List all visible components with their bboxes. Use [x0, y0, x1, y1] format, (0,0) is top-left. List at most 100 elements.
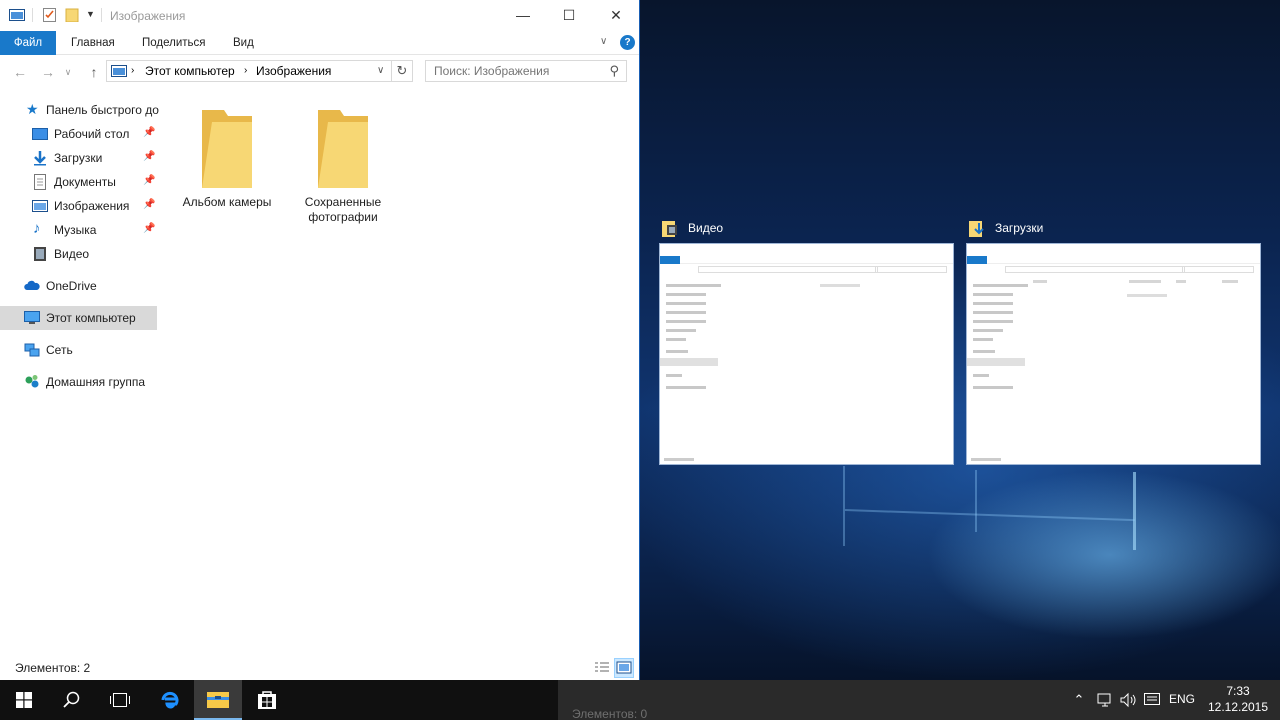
thumbnail-selected-item: [660, 358, 718, 366]
file-explorer-button[interactable]: [194, 680, 242, 720]
task-view-icon: [110, 693, 130, 707]
thumbnail-status: [664, 458, 694, 461]
thumbnail-title-bar: [967, 244, 1260, 256]
back-icon[interactable]: ←: [10, 62, 30, 82]
thumbnail-nav-line: [666, 302, 706, 305]
volume-icon[interactable]: [1119, 692, 1137, 708]
window-title: Изображения: [110, 9, 186, 23]
chevron-up-icon[interactable]: ⌃: [1070, 692, 1088, 708]
clock-date: 12.12.2015: [1207, 700, 1269, 714]
store-button[interactable]: [243, 680, 291, 720]
nav-item-label: Видео: [54, 247, 90, 261]
nav-item-music[interactable]: ♪ Музыка 📌: [0, 218, 157, 242]
explorer-app-icon[interactable]: [9, 8, 25, 22]
minimize-button[interactable]: —: [500, 0, 546, 31]
nav-item-onedrive[interactable]: OneDrive: [0, 274, 157, 298]
folder-item[interactable]: Сохраненные фотографии: [288, 102, 398, 232]
language-indicator[interactable]: ENG: [1169, 692, 1195, 706]
pictures-icon: [32, 200, 48, 212]
details-view-button[interactable]: [592, 658, 612, 678]
cloud-icon: [24, 280, 40, 290]
pin-icon[interactable]: 📌: [143, 175, 155, 186]
pin-icon[interactable]: 📌: [143, 151, 155, 162]
search-input[interactable]: [434, 64, 594, 78]
downloads-folder-icon: [969, 221, 984, 237]
breadcrumb-separator-icon[interactable]: ›: [244, 65, 247, 76]
start-button[interactable]: [0, 680, 48, 720]
pin-icon[interactable]: 📌: [143, 223, 155, 234]
taskbar-ghost-status: Элементов: 0: [572, 707, 648, 720]
edge-button[interactable]: [146, 680, 194, 720]
nav-item-homegroup[interactable]: Домашняя группа: [0, 370, 157, 394]
thumbnail-empty-message: [820, 284, 860, 287]
maximize-button[interactable]: ☐: [546, 0, 592, 31]
search-icon: [63, 691, 80, 708]
help-icon[interactable]: ?: [620, 35, 635, 50]
quick-access-dropdown-icon[interactable]: ▼: [86, 9, 95, 19]
tab-home[interactable]: Главная: [71, 31, 115, 55]
refresh-button[interactable]: ↻: [392, 60, 413, 82]
close-button[interactable]: ✕: [593, 0, 639, 31]
breadcrumb-pictures[interactable]: Изображения: [256, 64, 331, 78]
snap-window-title: Загрузки: [995, 221, 1044, 235]
tab-file[interactable]: Файл: [0, 31, 56, 55]
thumbnail-nav-line: [973, 329, 1003, 332]
title-bar[interactable]: ▼ Изображения — ☐ ✕: [0, 0, 639, 31]
wallpaper-light-beam: [844, 509, 1135, 522]
nav-item-this-pc[interactable]: Этот компьютер: [0, 306, 157, 330]
breadcrumb-this-pc[interactable]: Этот компьютер: [145, 64, 235, 78]
wallpaper-light-beam: [843, 466, 845, 546]
recent-locations-icon[interactable]: ∨: [62, 62, 74, 82]
ribbon-tabs: Файл Главная Поделиться Вид ∨ ?: [0, 31, 639, 55]
clock[interactable]: 7:33 12.12.2015: [1203, 683, 1273, 715]
breadcrumb-separator-icon[interactable]: ›: [131, 65, 134, 76]
snap-thumbnail-videos[interactable]: [659, 243, 954, 465]
thumbnail-search: [1182, 266, 1254, 273]
search-button[interactable]: [48, 680, 96, 720]
tab-share[interactable]: Поделиться: [142, 31, 206, 55]
address-bar[interactable]: › Этот компьютер › Изображения ∨: [106, 60, 392, 82]
nav-item-label: Загрузки: [54, 151, 103, 165]
edge-icon: [161, 691, 179, 709]
address-dropdown-icon[interactable]: ∨: [377, 65, 384, 76]
thumbnail-file-tab: [660, 256, 680, 264]
pin-icon[interactable]: 📌: [143, 199, 155, 210]
file-list[interactable]: Альбом камеры Сохраненные фотографии: [160, 92, 638, 652]
thumbnail-nav-line: [973, 284, 1028, 287]
tab-view[interactable]: Вид: [233, 31, 254, 55]
nav-item-pictures[interactable]: Изображения 📌: [0, 194, 157, 218]
thumbnail-nav-line: [666, 350, 688, 353]
nav-item-desktop[interactable]: Рабочий стол 📌: [0, 122, 157, 146]
folder-icon: [318, 110, 368, 188]
nav-item-label: Музыка: [54, 223, 97, 237]
thumbnail-nav-line: [973, 350, 995, 353]
network-icon[interactable]: [1096, 692, 1114, 708]
music-note-icon: ♪: [33, 220, 41, 237]
up-icon[interactable]: ↑: [84, 62, 104, 82]
thumbnail-nav-line: [666, 338, 686, 341]
nav-item-network[interactable]: Сеть: [0, 338, 157, 362]
new-folder-icon[interactable]: [65, 8, 81, 22]
snap-thumbnail-downloads[interactable]: [966, 243, 1261, 465]
explorer-window[interactable]: ▼ Изображения — ☐ ✕ Файл Главная Поделит…: [0, 0, 640, 680]
expand-ribbon-icon[interactable]: ∨: [600, 36, 607, 47]
nav-item-quick-access[interactable]: ★ Панель быстрого до: [0, 98, 159, 122]
thumbnail-column-header: [1129, 280, 1161, 283]
thumbnail-column-header: [1222, 280, 1238, 283]
thumbnail-address: [1005, 266, 1185, 273]
nav-item-label: Изображения: [54, 199, 130, 213]
pin-icon[interactable]: 📌: [143, 127, 155, 138]
task-view-button[interactable]: [96, 680, 144, 720]
nav-item-documents[interactable]: Документы 📌: [0, 170, 157, 194]
search-icon[interactable]: ⚲: [609, 63, 619, 79]
properties-icon[interactable]: [42, 8, 58, 22]
search-box[interactable]: ⚲: [425, 60, 627, 82]
thumbnail-empty-message: [1127, 294, 1167, 297]
nav-item-videos[interactable]: Видео: [0, 242, 157, 266]
thumbnail-nav-line: [666, 311, 706, 314]
folder-item[interactable]: Альбом камеры: [172, 102, 282, 232]
forward-icon[interactable]: →: [38, 62, 58, 82]
large-icons-view-button[interactable]: [614, 658, 634, 678]
nav-item-downloads[interactable]: Загрузки 📌: [0, 146, 157, 170]
notification-icon[interactable]: [1143, 692, 1161, 708]
